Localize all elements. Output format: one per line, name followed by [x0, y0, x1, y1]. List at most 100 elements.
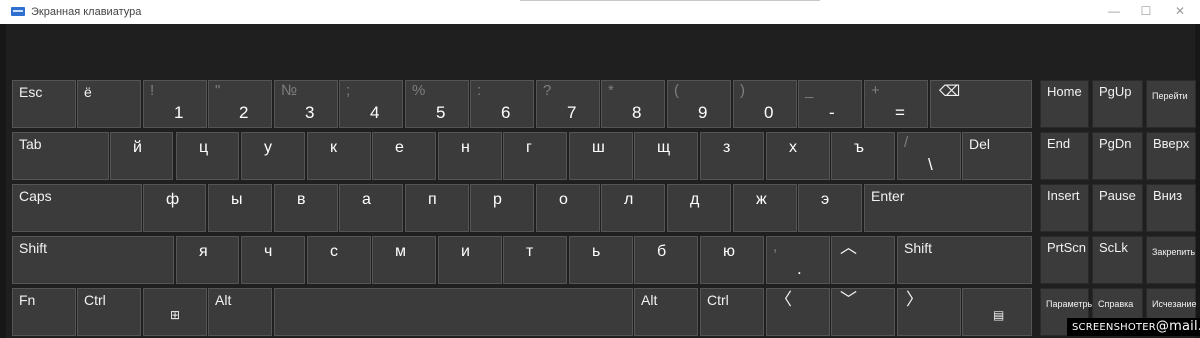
key-h[interactable]: х: [766, 132, 830, 180]
key-backspace[interactable]: ⌫: [930, 80, 1032, 128]
key-5-char: 5: [436, 103, 446, 122]
key-9[interactable]: (9: [667, 80, 731, 128]
key-right[interactable]: 〉: [897, 288, 961, 336]
key-p[interactable]: п: [405, 184, 469, 232]
key-n[interactable]: н: [438, 132, 502, 180]
key-ya[interactable]: я: [176, 236, 239, 284]
key-d[interactable]: д: [667, 184, 731, 232]
key-period[interactable]: ,.: [766, 236, 830, 284]
key-7[interactable]: ? 7: [536, 80, 600, 128]
key-vniz[interactable]: Вниз: [1146, 184, 1196, 232]
key-4-shift-char: ;: [346, 82, 351, 99]
key-vverh[interactable]: Вверх: [1146, 132, 1196, 180]
key-del[interactable]: Del: [962, 132, 1032, 180]
key-e-letter: е: [395, 139, 404, 156]
key-home[interactable]: Home: [1040, 80, 1089, 128]
key-shch[interactable]: щ: [634, 132, 698, 180]
key-l[interactable]: л: [601, 184, 665, 232]
key-equals-shift-char: +: [871, 82, 880, 99]
key-0[interactable]: ) 0: [733, 80, 797, 128]
key-end[interactable]: End: [1040, 132, 1089, 180]
key-6[interactable]: :6: [470, 80, 534, 128]
key-8[interactable]: * 8: [601, 80, 665, 128]
key-fn-label: Fn: [19, 292, 36, 308]
key-f[interactable]: ф: [143, 184, 206, 232]
close-button[interactable]: ✕: [1162, 0, 1198, 24]
key-hard-sign[interactable]: ъ: [831, 132, 895, 180]
key-e[interactable]: е: [372, 132, 436, 180]
key-space[interactable]: [274, 288, 633, 336]
key-insert[interactable]: Insert: [1040, 184, 1089, 232]
key-o[interactable]: о: [536, 184, 600, 232]
key-4-char: 4: [370, 103, 380, 122]
key-y[interactable]: ы: [208, 184, 272, 232]
key-i[interactable]: и: [438, 236, 502, 284]
arrow-left-icon: 〈: [775, 290, 792, 309]
key-tab[interactable]: Tab: [12, 132, 109, 180]
key-sclk-label: ScLk: [1099, 240, 1128, 255]
key-a[interactable]: а: [339, 184, 403, 232]
key-r[interactable]: р: [470, 184, 534, 232]
key-down[interactable]: ﹀: [831, 288, 895, 336]
key-pgup[interactable]: PgUp: [1092, 80, 1143, 128]
key-ch[interactable]: ч: [241, 236, 305, 284]
key-period-shift-char: ,: [773, 238, 778, 255]
key-prtscn[interactable]: PrtScn: [1040, 236, 1089, 284]
key-ts[interactable]: ц: [176, 132, 239, 180]
key-m[interactable]: м: [372, 236, 436, 284]
key-sclk[interactable]: ScLk: [1092, 236, 1143, 284]
arrow-down-icon: ﹀: [840, 290, 857, 309]
key-t[interactable]: т: [503, 236, 567, 284]
key-sh[interactable]: ш: [569, 132, 633, 180]
key-alt-left[interactable]: Alt: [208, 288, 272, 336]
key-2[interactable]: " 2: [208, 80, 272, 128]
key-fn[interactable]: Fn: [12, 288, 76, 336]
key-caps[interactable]: Caps: [12, 184, 142, 232]
key-up[interactable]: ︿: [831, 236, 895, 284]
arrow-right-icon: 〉: [906, 290, 923, 309]
key-equals[interactable]: + =: [864, 80, 928, 128]
key-yu[interactable]: ю: [700, 236, 764, 284]
key-backslash[interactable]: / \: [897, 132, 961, 180]
key-enter[interactable]: Enter: [864, 184, 1032, 232]
key-esc[interactable]: Esc: [12, 80, 76, 128]
key-ctrl-left[interactable]: Ctrl: [77, 288, 141, 336]
key-j[interactable]: й: [110, 132, 173, 180]
key-spravka-label: Справка: [1098, 299, 1134, 309]
key-u[interactable]: у: [241, 132, 305, 180]
key-5[interactable]: % 5: [405, 80, 469, 128]
key-shift-right[interactable]: Shift: [897, 236, 1032, 284]
key-eh[interactable]: э: [798, 184, 862, 232]
key-g[interactable]: г: [503, 132, 567, 180]
key-4[interactable]: ; 4: [339, 80, 403, 128]
key-win[interactable]: ⊞: [143, 288, 207, 336]
minimize-button[interactable]: —: [1096, 0, 1132, 24]
maximize-button[interactable]: ☐: [1128, 0, 1164, 24]
key-1[interactable]: ! 1: [143, 80, 207, 128]
key-7-char: 7: [567, 103, 577, 122]
key-soft-sign[interactable]: ь: [569, 236, 633, 284]
key-minus[interactable]: _ -: [798, 80, 862, 128]
key-pgdn[interactable]: PgDn: [1092, 132, 1143, 180]
key-ctrl-right[interactable]: Ctrl: [700, 288, 764, 336]
key-ya-letter: я: [199, 243, 208, 260]
key-menu[interactable]: ▤: [962, 288, 1032, 336]
key-z[interactable]: з: [700, 132, 764, 180]
key-vniz-label: Вниз: [1153, 188, 1183, 203]
key-minus-char: -: [829, 103, 835, 122]
key-alt-right[interactable]: Alt: [634, 288, 698, 336]
key-shift-left[interactable]: Shift: [12, 236, 174, 284]
key-zh[interactable]: ж: [733, 184, 797, 232]
key-zakrepit[interactable]: Закрепить: [1146, 236, 1196, 284]
key-3[interactable]: № 3: [274, 80, 338, 128]
key-b[interactable]: б: [634, 236, 698, 284]
key-pereiti[interactable]: Перейти: [1146, 80, 1196, 128]
backspace-icon: ⌫: [939, 83, 961, 100]
key-k[interactable]: к: [307, 132, 371, 180]
key-left[interactable]: 〈: [766, 288, 830, 336]
key-ts-letter: ц: [199, 139, 209, 156]
key-yo[interactable]: ё: [77, 80, 141, 128]
key-v[interactable]: в: [274, 184, 338, 232]
key-s[interactable]: с: [307, 236, 371, 284]
key-pause[interactable]: Pause: [1092, 184, 1143, 232]
